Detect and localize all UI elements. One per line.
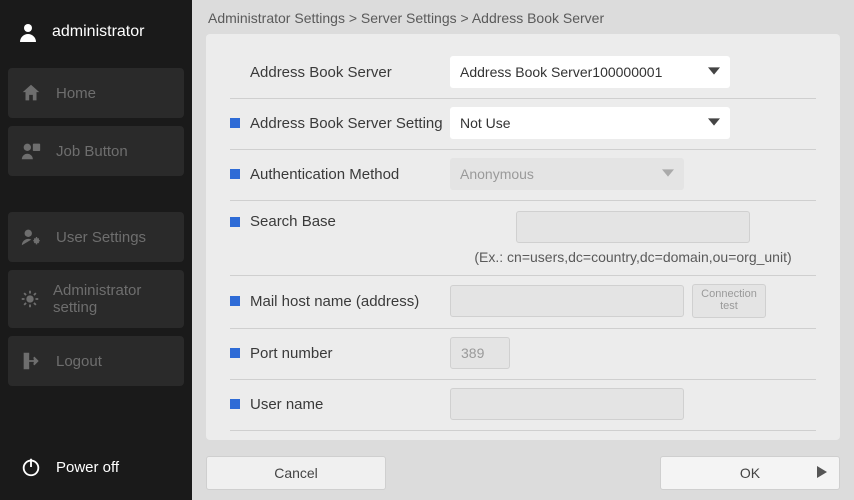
- row-server-setting: Address Book Server Setting Not Use: [230, 99, 816, 150]
- field-label: Address Book Server Setting: [250, 115, 450, 132]
- select-value: Anonymous: [460, 166, 534, 182]
- port-input: [450, 337, 510, 369]
- sidebar-item-label: Job Button: [56, 143, 128, 160]
- connection-test-button: Connection test: [692, 284, 766, 318]
- breadcrumb-part: Server Settings: [361, 10, 457, 26]
- search-base-hint: (Ex.: cn=users,dc=country,dc=domain,ou=o…: [474, 249, 791, 265]
- sidebar-item-label: Administrator setting: [53, 282, 174, 316]
- form-panel: Address Book Server Address Book Server1…: [206, 34, 840, 440]
- arrow-right-icon: [817, 465, 827, 481]
- gear-icon: [18, 286, 41, 312]
- sidebar-item-label: Home: [56, 85, 96, 102]
- bullet-icon: [230, 217, 240, 227]
- select-value: Address Book Server100000001: [460, 64, 662, 80]
- sidebar-item-admin-setting[interactable]: Administrator setting: [8, 270, 184, 328]
- current-user: administrator: [0, 0, 192, 64]
- logout-icon: [18, 348, 44, 374]
- sidebar-item-power-off[interactable]: Power off: [8, 442, 184, 492]
- cancel-button[interactable]: Cancel: [206, 456, 386, 490]
- field-label: Mail host name (address): [250, 293, 450, 310]
- field-label: Authentication Method: [250, 166, 450, 183]
- row-auth-method: Authentication Method Anonymous: [230, 150, 816, 201]
- power-icon: [18, 454, 44, 480]
- address-book-server-select[interactable]: Address Book Server100000001: [450, 56, 730, 88]
- job-button-icon: [18, 138, 44, 164]
- auth-method-select: Anonymous: [450, 158, 684, 190]
- row-port: Port number: [230, 329, 816, 380]
- bullet-icon: [230, 118, 240, 128]
- field-label: Port number: [250, 345, 450, 362]
- bullet-icon: [230, 169, 240, 179]
- row-search-base: Search Base (Ex.: cn=users,dc=country,dc…: [230, 201, 816, 276]
- sidebar-item-home[interactable]: Home: [8, 68, 184, 118]
- ok-button[interactable]: OK: [660, 456, 840, 490]
- search-base-input: [516, 211, 750, 243]
- user-settings-icon: [18, 224, 44, 250]
- sidebar-item-logout[interactable]: Logout: [8, 336, 184, 386]
- sidebar-item-job-button[interactable]: Job Button: [8, 126, 184, 176]
- breadcrumb-part: Administrator Settings: [208, 10, 345, 26]
- footer-actions: Cancel OK: [192, 448, 854, 500]
- row-mail-host: Mail host name (address) Connection test: [230, 276, 816, 329]
- row-password: Password Register / Change password: [230, 431, 816, 440]
- user-icon: [14, 18, 42, 46]
- chevron-down-icon: [708, 64, 720, 80]
- sidebar-item-label: Logout: [56, 353, 102, 370]
- field-label: User name: [250, 396, 450, 413]
- main-panel: Administrator Settings > Server Settings…: [192, 0, 854, 500]
- bullet-icon: [230, 399, 240, 409]
- breadcrumb-part: Address Book Server: [472, 10, 604, 26]
- bullet-icon: [230, 296, 240, 306]
- home-icon: [18, 80, 44, 106]
- sidebar-item-label: User Settings: [56, 229, 146, 246]
- chevron-down-icon: [708, 115, 720, 131]
- sidebar: administrator Home Job Button User Setti…: [0, 0, 192, 500]
- server-setting-select[interactable]: Not Use: [450, 107, 730, 139]
- current-user-label: administrator: [52, 23, 144, 41]
- breadcrumb-sep: >: [349, 10, 357, 26]
- button-label: Cancel: [274, 465, 318, 481]
- row-address-book-server: Address Book Server Address Book Server1…: [230, 48, 816, 99]
- select-value: Not Use: [460, 115, 511, 131]
- chevron-down-icon: [662, 166, 674, 182]
- bullet-icon: [230, 348, 240, 358]
- user-name-input: [450, 388, 684, 420]
- field-label: Search Base: [250, 213, 450, 230]
- breadcrumb-sep: >: [461, 10, 469, 26]
- sidebar-item-label: Power off: [56, 459, 119, 476]
- mail-host-input: [450, 285, 684, 317]
- row-user-name: User name: [230, 380, 816, 431]
- breadcrumb: Administrator Settings > Server Settings…: [192, 0, 854, 34]
- sidebar-item-user-settings[interactable]: User Settings: [8, 212, 184, 262]
- field-label: Address Book Server: [250, 64, 450, 81]
- button-label: OK: [740, 465, 760, 481]
